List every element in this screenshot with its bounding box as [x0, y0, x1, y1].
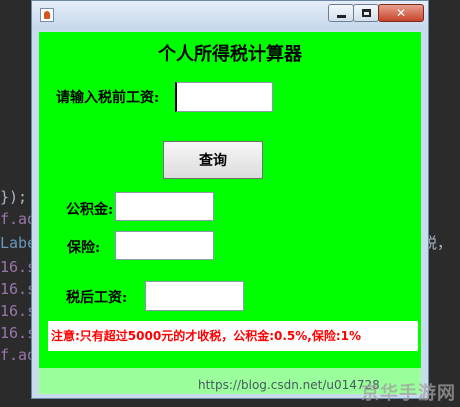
title-bar[interactable]: ✕: [32, 1, 428, 29]
tax-calculator-window: ✕ 个人所得税计算器 请输入税前工资: 查询 公积金: 保险: 税后工资: 注意…: [31, 0, 429, 399]
maximize-button[interactable]: [353, 4, 379, 22]
net-salary-label: 税后工资:: [66, 290, 128, 306]
close-icon: ✕: [395, 6, 407, 20]
salary-input[interactable]: [175, 82, 273, 112]
notice-text: 注意:只有超过5000元的才收税，公积金:0.5%,保险:1%: [48, 321, 418, 351]
insurance-label: 保险:: [67, 240, 101, 256]
minimize-button[interactable]: [328, 4, 354, 22]
fund-field[interactable]: [115, 192, 214, 221]
salary-label: 请输入税前工资:: [56, 90, 160, 106]
content-panel: 个人所得税计算器 请输入税前工资: 查询 公积金: 保险: 税后工资: 注意:只…: [39, 32, 421, 368]
close-button[interactable]: ✕: [378, 4, 424, 22]
blog-watermark: https://blog.csdn.net/u014728: [198, 378, 380, 392]
insurance-field[interactable]: [115, 231, 214, 260]
site-watermark: 京华手游网: [361, 383, 456, 404]
java-app-icon: [40, 8, 54, 22]
page-title: 个人所得税计算器: [158, 44, 302, 65]
code-line: });: [0, 188, 28, 206]
query-button[interactable]: 查询: [163, 141, 263, 179]
net-salary-field[interactable]: [145, 281, 244, 311]
fund-label: 公积金:: [66, 202, 114, 218]
minimize-icon: [336, 14, 346, 18]
maximize-icon: [361, 9, 371, 17]
